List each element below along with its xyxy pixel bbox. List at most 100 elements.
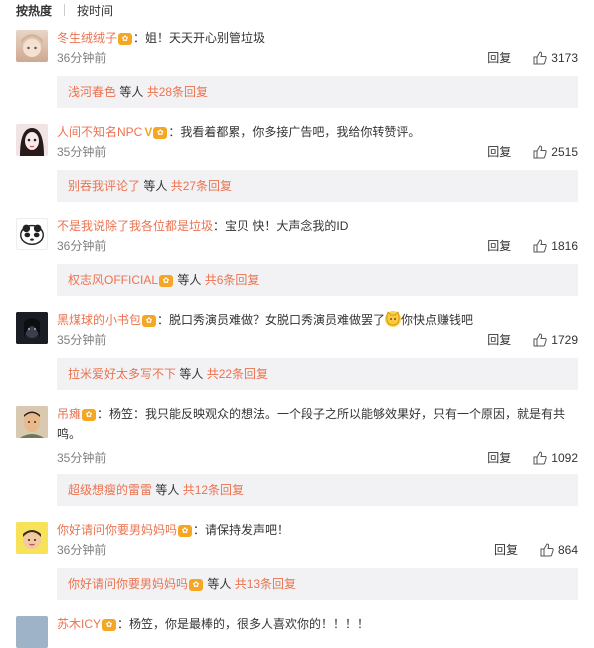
comment-actions: 回复 3173 — [487, 48, 578, 68]
sub-reply-others: 等人 — [152, 483, 183, 497]
sub-reply-username[interactable]: 你好请问你要男妈妈吗 — [68, 577, 188, 591]
sub-replies-box: 浅河春色 等人 共28条回复 — [57, 76, 578, 108]
sub-reply-username[interactable]: 浅河春色 — [68, 85, 116, 99]
comment-actions: 回复 1092 — [487, 448, 578, 468]
comment-meta: 35分钟前 回复 2515 — [57, 142, 578, 162]
comment-time: 35分钟前 — [57, 451, 107, 465]
cat-emoji-icon — [385, 311, 402, 327]
avatar[interactable] — [16, 124, 48, 156]
fan-badge-icon: ✿ — [142, 314, 157, 327]
avatar[interactable] — [16, 616, 48, 648]
comment-username[interactable]: 你好请问你要男妈妈吗 — [57, 523, 177, 537]
like-count: 1729 — [551, 333, 578, 347]
sort-by-hot-tab[interactable]: 按热度 — [16, 2, 52, 19]
comment-body: 黑煤球的小书包 ✿ ：脱口秀演员难做？女脱口秀演员难做罢了 你快点赚钱吧 — [57, 310, 578, 330]
comment-time: 35分钟前 — [57, 333, 107, 347]
comment-separator: ： — [117, 617, 130, 631]
like-count: 864 — [557, 543, 578, 557]
sub-replies-box: 超级想瘦的雷雷 等人 共12条回复 — [57, 474, 578, 506]
like-button[interactable]: 1092 — [533, 448, 578, 468]
comment-meta: 35分钟前 回复 1092 — [57, 448, 578, 468]
avatar-image — [20, 128, 44, 156]
comment-text: 请保持发声吧！ — [205, 523, 290, 537]
comment-username[interactable]: 人间不知名NPC — [57, 125, 142, 139]
fan-badge-icon: ✿ — [118, 32, 133, 45]
sub-reply-username[interactable]: 拉米爱好太多写不下 — [68, 367, 176, 381]
like-button[interactable]: 864 — [540, 540, 578, 560]
comment-actions: 回复 1816 — [487, 236, 578, 256]
reply-button[interactable]: 回复 — [487, 448, 511, 468]
comment-username[interactable]: 苏木ICY — [57, 617, 101, 631]
reply-button[interactable]: 回复 — [487, 142, 511, 162]
reply-button[interactable]: 回复 — [494, 540, 518, 560]
view-replies-link[interactable]: 共12条回复 — [183, 483, 244, 497]
reply-button[interactable]: 回复 — [487, 236, 511, 256]
sub-reply-others: 等人 — [204, 577, 235, 591]
avatar-image — [16, 312, 48, 344]
comment-separator: ： — [213, 219, 226, 233]
comment-meta: 35分钟前 回复 1729 — [57, 330, 578, 350]
thumbs-up-icon — [533, 451, 547, 465]
comment-meta: 36分钟前 回复 3173 — [57, 48, 578, 68]
sub-reply-others: 等人 — [116, 85, 147, 99]
comment-meta: 36分钟前 回复 864 — [57, 540, 578, 560]
fan-badge-icon: ✿ — [82, 408, 97, 421]
comment-body: 不是我说除了我各位都是垃圾：宝贝 快！大声念我的ID — [57, 216, 578, 236]
sub-reply-username[interactable]: 别吞我评论了 — [68, 179, 140, 193]
view-replies-link[interactable]: 共27条回复 — [171, 179, 232, 193]
comment-text: 我看着都累，你多接广告吧，我给你转赞评。 — [180, 125, 421, 139]
comment-actions: 回复 2515 — [487, 142, 578, 162]
comment-text: 脱口秀演员难做？女脱口秀演员难做罢了 — [169, 313, 386, 327]
reply-button[interactable]: 回复 — [487, 330, 511, 350]
avatar-image — [20, 224, 44, 246]
like-count: 1816 — [551, 239, 578, 253]
avatar[interactable] — [16, 218, 48, 250]
sub-reply-others: 等人 — [140, 179, 171, 193]
like-button[interactable]: 1816 — [533, 236, 578, 256]
comment-username[interactable]: 不是我说除了我各位都是垃圾 — [57, 219, 213, 233]
comment-body: 吊瘫 ✿ ：杨笠：我只能反映观众的想法。一个段子之所以能够效果好，只有一个原因，就是… — [57, 404, 578, 444]
sub-replies-box: 权志风OFFICIAL ✿ 等人 共6条回复 — [57, 264, 578, 296]
like-button[interactable]: 3173 — [533, 48, 578, 68]
avatar[interactable] — [16, 30, 48, 62]
thumbs-up-icon — [533, 239, 547, 253]
like-button[interactable]: 1729 — [533, 330, 578, 350]
comment-body: 人间不知名NPC V ✿ ：我看着都累，你多接广告吧，我给你转赞评。 — [57, 122, 578, 142]
comment-meta: 36分钟前 回复 1816 — [57, 236, 578, 256]
comment-time: 36分钟前 — [57, 543, 107, 557]
sub-reply-others: 等人 — [174, 273, 205, 287]
comment-text: 姐！天天开心别管垃圾 — [145, 31, 266, 45]
verified-v-icon: V — [144, 125, 153, 139]
sub-replies-box: 别吞我评论了 等人 共27条回复 — [57, 170, 578, 202]
sub-reply-others: 等人 — [176, 367, 207, 381]
view-replies-link[interactable]: 共28条回复 — [147, 85, 208, 99]
reply-button[interactable]: 回复 — [487, 48, 511, 68]
comment-text: 杨笠，你是最棒的，很多人喜欢你的！！！！ — [129, 617, 370, 631]
comment-separator: ： — [193, 523, 206, 537]
sort-by-time-tab[interactable]: 按时间 — [77, 2, 113, 19]
view-replies-link[interactable]: 共13条回复 — [235, 577, 296, 591]
view-replies-link[interactable]: 共6条回复 — [205, 273, 260, 287]
like-count: 2515 — [551, 145, 578, 159]
sub-reply-username[interactable]: 权志风OFFICIAL — [68, 273, 158, 287]
avatar[interactable] — [16, 406, 48, 438]
comment-text: 杨笠：我只能反映观众的想法。一个段子之所以能够效果好，只有一个原因，就是有共鸣。 — [57, 407, 566, 441]
comment-username[interactable]: 吊瘫 — [57, 407, 81, 421]
thumbs-up-icon — [533, 333, 547, 347]
like-count: 1092 — [551, 451, 578, 465]
sub-reply-username[interactable]: 超级想瘦的雷雷 — [68, 483, 152, 497]
comment-username[interactable]: 冬生绒绒子 — [57, 31, 117, 45]
comment-time: 35分钟前 — [57, 145, 107, 159]
fan-badge-icon: ✿ — [153, 126, 168, 139]
like-button[interactable]: 2515 — [533, 142, 578, 162]
comment-body: 苏木ICY ✿ ：杨笠，你是最棒的，很多人喜欢你的！！！！ — [57, 614, 578, 634]
comment-username[interactable]: 黑煤球的小书包 — [57, 313, 141, 327]
comment-time: 36分钟前 — [57, 51, 107, 65]
avatar[interactable] — [16, 522, 48, 554]
sub-replies-box: 拉米爱好太多写不下 等人 共22条回复 — [57, 358, 578, 390]
comment-text-continued: 你快点赚钱吧 — [401, 313, 474, 327]
avatar[interactable] — [16, 312, 48, 344]
comment-text: 宝贝 快！大声念我的ID — [225, 219, 349, 233]
view-replies-link[interactable]: 共22条回复 — [207, 367, 268, 381]
comment-body: 冬生绒绒子 ✿ ：姐！天天开心别管垃圾 — [57, 28, 578, 48]
